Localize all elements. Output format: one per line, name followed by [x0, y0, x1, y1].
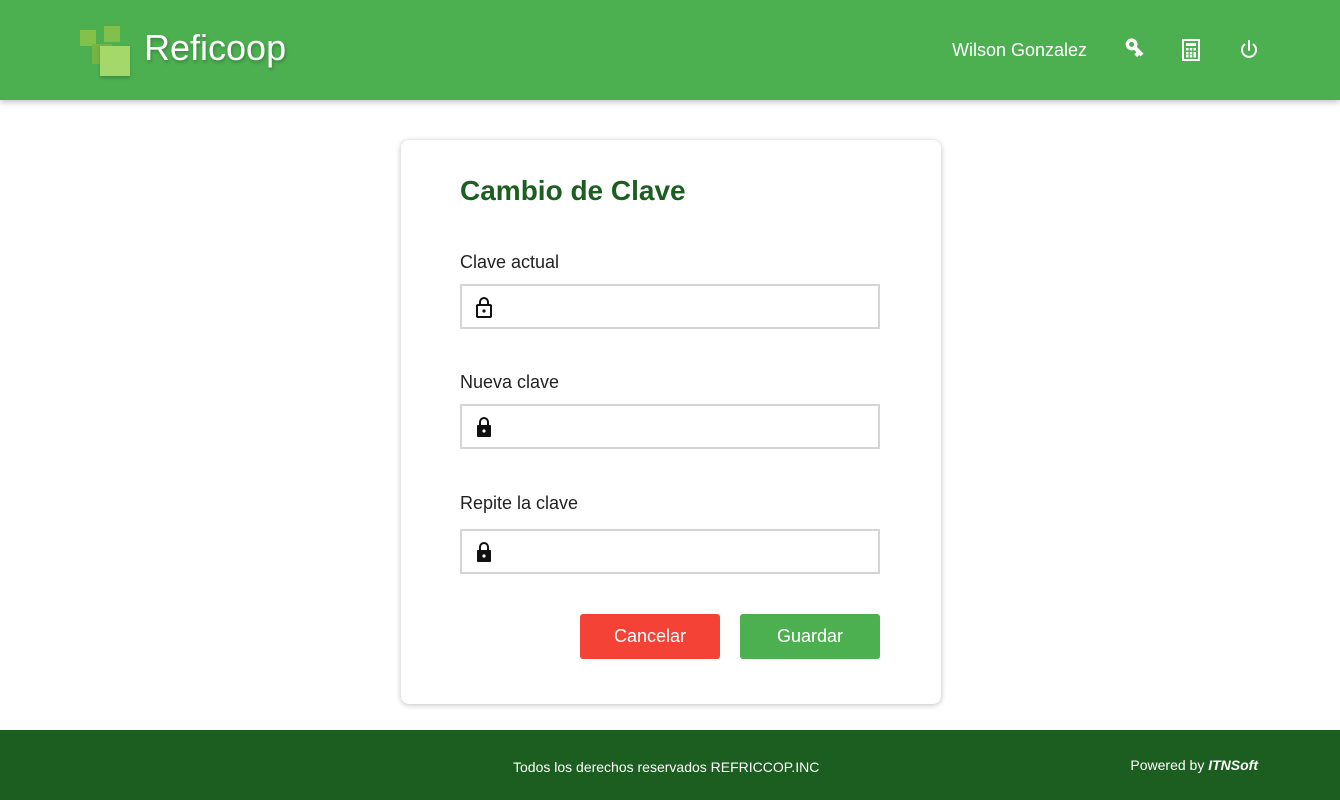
- top-navbar: Reficoop Wilson Gonzalez: [0, 0, 1340, 100]
- current-password-input[interactable]: [504, 286, 874, 327]
- page-title: Cambio de Clave: [460, 175, 686, 206]
- footer-copyright: Todos los derechos reservados REFRICCOP.…: [513, 759, 820, 775]
- change-password-card: Cambio de Clave Clave actual Nueva clave…: [401, 140, 941, 704]
- key-icon[interactable]: [1121, 38, 1145, 62]
- footer: Todos los derechos reservados REFRICCOP.…: [0, 730, 1340, 800]
- brand-name[interactable]: Reficoop: [144, 26, 286, 70]
- lock-icon: [477, 417, 491, 437]
- new-password-input[interactable]: [504, 406, 874, 447]
- reficoop-logo-icon[interactable]: [78, 24, 134, 80]
- lock-open-icon: [476, 297, 492, 318]
- new-password-label: Nueva clave: [460, 372, 560, 392]
- itnsoft-link[interactable]: ITNSoft: [1208, 757, 1258, 773]
- lock-icon: [477, 542, 491, 562]
- footer-powered-by: Powered by ITNSoft: [1130, 756, 1258, 774]
- calculator-icon[interactable]: [1179, 38, 1203, 62]
- repeat-password-label: Repite la clave: [460, 493, 579, 513]
- repeat-password-field[interactable]: [460, 529, 880, 574]
- save-button[interactable]: Guardar: [740, 614, 880, 659]
- new-password-field[interactable]: [460, 404, 880, 449]
- power-icon[interactable]: [1237, 38, 1261, 62]
- current-password-label: Clave actual: [460, 252, 560, 272]
- user-name[interactable]: Wilson Gonzalez: [952, 39, 1087, 61]
- cancel-button[interactable]: Cancelar: [580, 614, 720, 659]
- repeat-password-input[interactable]: [504, 531, 874, 572]
- powered-by-label: Powered by: [1130, 757, 1205, 773]
- current-password-field[interactable]: [460, 284, 880, 329]
